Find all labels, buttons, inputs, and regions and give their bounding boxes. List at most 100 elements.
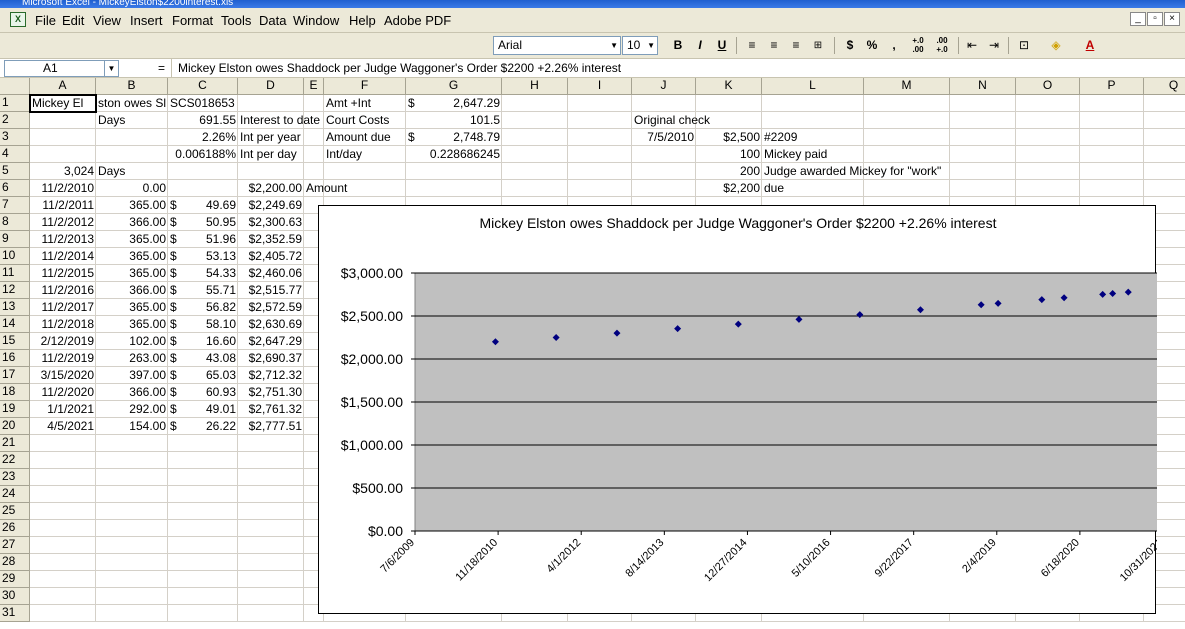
font-color-icon[interactable]: A (1080, 36, 1100, 55)
menu-insert[interactable]: Insert (130, 13, 163, 28)
column-header-b[interactable]: B (96, 78, 168, 95)
cell-l6[interactable]: due (762, 180, 864, 197)
cell-b2[interactable]: Days (96, 112, 168, 129)
table-total-cell[interactable]: $2,630.69 (238, 316, 304, 333)
table-interest-cell[interactable]: 49.01 (168, 401, 238, 418)
cell-k6[interactable]: $2,200 (696, 180, 762, 197)
row-header-23[interactable]: 23 (0, 469, 30, 486)
table-date-cell[interactable]: 11/2/2012 (30, 214, 96, 231)
cell-f1[interactable]: Amt +Int (324, 95, 406, 112)
table-total-cell[interactable]: $2,460.06 (238, 265, 304, 282)
table-days-cell[interactable]: 365.00 (96, 265, 168, 282)
currency-button[interactable]: $ (840, 36, 860, 55)
excel-app-icon[interactable]: X (10, 12, 26, 27)
table-interest-cell[interactable]: 53.13 (168, 248, 238, 265)
menu-edit[interactable]: Edit (62, 13, 84, 28)
chevron-down-icon[interactable]: ▼ (104, 61, 118, 76)
row-header-28[interactable]: 28 (0, 554, 30, 571)
row-header-30[interactable]: 30 (0, 588, 30, 605)
font-name-select[interactable]: Arial ▼ (493, 36, 621, 55)
row-header-22[interactable]: 22 (0, 452, 30, 469)
column-header-n[interactable]: N (950, 78, 1016, 95)
cell-g2[interactable]: 101.5 (406, 112, 502, 129)
cell-c1[interactable]: SCS018653 (168, 95, 238, 112)
table-date-cell[interactable]: 11/2/2018 (30, 316, 96, 333)
cell-b6[interactable]: 0.00 (96, 180, 168, 197)
table-date-cell[interactable]: 11/2/2017 (30, 299, 96, 316)
row-header-14[interactable]: 14 (0, 316, 30, 333)
close-icon[interactable]: × (1164, 12, 1180, 26)
menu-file[interactable]: File (35, 13, 56, 28)
table-total-cell[interactable]: $2,249.69 (238, 197, 304, 214)
cell-k5[interactable]: 200 (696, 163, 762, 180)
cell-g4[interactable]: 0.228686245 (406, 146, 502, 163)
cell-k4[interactable]: 100 (696, 146, 762, 163)
table-total-cell[interactable]: $2,515.77 (238, 282, 304, 299)
table-days-cell[interactable]: 292.00 (96, 401, 168, 418)
table-interest-cell[interactable]: 56.82 (168, 299, 238, 316)
table-days-cell[interactable]: 154.00 (96, 418, 168, 435)
row-header-8[interactable]: 8 (0, 214, 30, 231)
comma-button[interactable]: , (884, 36, 904, 55)
cell-b1[interactable]: ston owes Sl (96, 95, 168, 112)
cell-a6[interactable]: 11/2/2010 (30, 180, 96, 197)
row-header-19[interactable]: 19 (0, 401, 30, 418)
cell-f2[interactable]: Court Costs (324, 112, 406, 129)
borders-icon[interactable]: ⊡ (1014, 36, 1034, 55)
row-header-18[interactable]: 18 (0, 384, 30, 401)
table-interest-cell[interactable]: 60.93 (168, 384, 238, 401)
cell-f4[interactable]: Int/day (324, 146, 406, 163)
menu-format[interactable]: Format (172, 13, 213, 28)
embedded-chart[interactable]: Mickey Elston owes Shaddock per Judge Wa… (318, 205, 1157, 614)
table-days-cell[interactable]: 366.00 (96, 282, 168, 299)
table-days-cell[interactable]: 365.00 (96, 299, 168, 316)
table-days-cell[interactable]: 366.00 (96, 384, 168, 401)
table-days-cell[interactable]: 365.00 (96, 316, 168, 333)
table-date-cell[interactable]: 2/12/2019 (30, 333, 96, 350)
table-interest-cell[interactable]: 58.10 (168, 316, 238, 333)
table-date-cell[interactable]: 11/2/2019 (30, 350, 96, 367)
table-days-cell[interactable]: 365.00 (96, 231, 168, 248)
cell-g3[interactable]: 2,748.79 (406, 129, 502, 146)
row-header-2[interactable]: 2 (0, 112, 30, 129)
cell-j2[interactable]: Original check (632, 112, 752, 129)
cell-a1[interactable]: Mickey El (29, 94, 97, 113)
table-total-cell[interactable]: $2,405.72 (238, 248, 304, 265)
bold-button[interactable]: B (668, 36, 688, 55)
table-total-cell[interactable]: $2,647.29 (238, 333, 304, 350)
table-interest-cell[interactable]: 65.03 (168, 367, 238, 384)
align-center-icon[interactable]: ≡ (764, 36, 784, 55)
decrease-decimal-button[interactable]: .00 +.0 (932, 36, 952, 55)
italic-button[interactable]: I (690, 36, 710, 55)
row-header-26[interactable]: 26 (0, 520, 30, 537)
table-days-cell[interactable]: 102.00 (96, 333, 168, 350)
row-header-16[interactable]: 16 (0, 350, 30, 367)
column-header-f[interactable]: F (324, 78, 406, 95)
table-total-cell[interactable]: $2,777.51 (238, 418, 304, 435)
row-header-12[interactable]: 12 (0, 282, 30, 299)
row-header-27[interactable]: 27 (0, 537, 30, 554)
table-date-cell[interactable]: 11/2/2011 (30, 197, 96, 214)
row-header-25[interactable]: 25 (0, 503, 30, 520)
cell-k3[interactable]: $2,500 (696, 129, 762, 146)
cell-f3[interactable]: Amount due (324, 129, 406, 146)
column-header-o[interactable]: O (1016, 78, 1080, 95)
table-interest-cell[interactable]: 43.08 (168, 350, 238, 367)
cell-l5[interactable]: Judge awarded Mickey for "work" (762, 163, 982, 180)
cell-g1[interactable]: 2,647.29 (406, 95, 502, 112)
table-total-cell[interactable]: $2,690.37 (238, 350, 304, 367)
column-header-c[interactable]: C (168, 78, 238, 95)
table-interest-cell[interactable]: 16.60 (168, 333, 238, 350)
increase-decimal-button[interactable]: +.0 .00 (908, 36, 928, 55)
menu-tools[interactable]: Tools (221, 13, 251, 28)
fill-color-icon[interactable]: ◈ (1046, 36, 1066, 55)
cell-c3[interactable]: 2.26% (168, 129, 238, 146)
cell-c2[interactable]: 691.55 (168, 112, 238, 129)
row-header-24[interactable]: 24 (0, 486, 30, 503)
table-date-cell[interactable]: 4/5/2021 (30, 418, 96, 435)
column-header-g[interactable]: G (406, 78, 502, 95)
cell-d6[interactable]: $2,200.00 (238, 180, 304, 197)
cell-l3[interactable]: #2209 (762, 129, 864, 146)
column-header-p[interactable]: P (1080, 78, 1144, 95)
table-interest-cell[interactable]: 51.96 (168, 231, 238, 248)
